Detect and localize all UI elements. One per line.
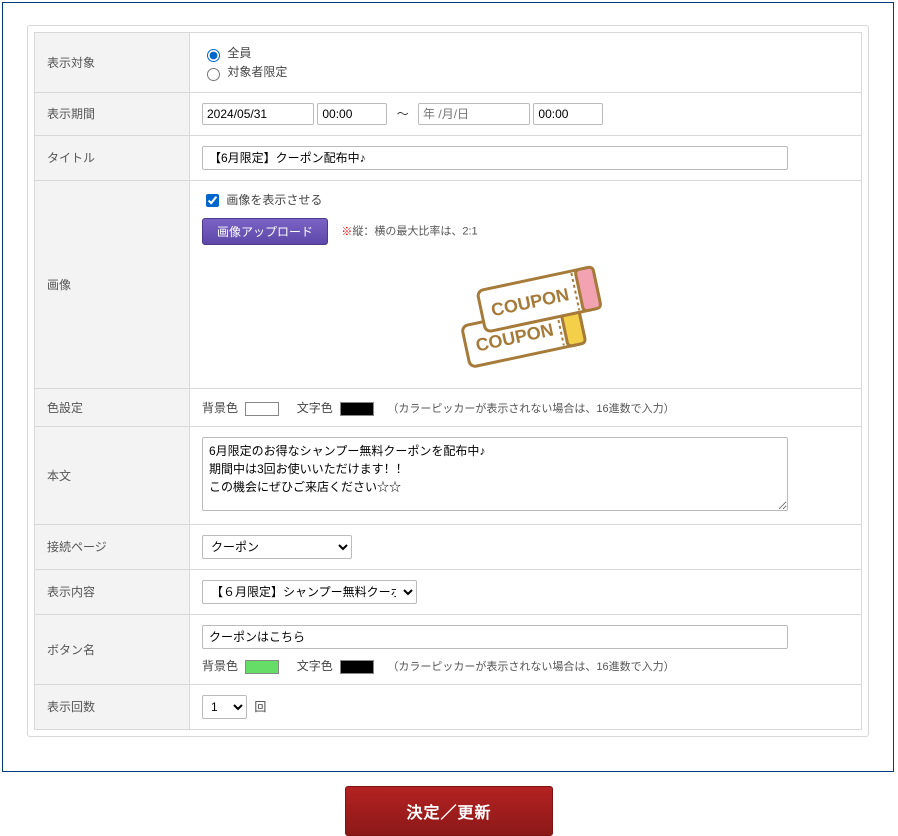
row-label-title: タイトル (35, 135, 190, 180)
content-select[interactable]: 【６月限定】シャンプー無料クーポン♪ (202, 580, 417, 604)
button-fg-chip[interactable] (340, 660, 374, 674)
row-label-link-page: 接続ページ (35, 524, 190, 569)
row-label-colors: 色設定 (35, 388, 190, 426)
settings-panel: 表示対象 全員 対象者限定 表示期間 (27, 25, 869, 737)
fg-color-chip[interactable] (340, 402, 374, 416)
show-image-label: 画像を表示させる (226, 193, 322, 207)
coupon-icon: COUPON COUPON (436, 255, 616, 375)
target-all-option[interactable]: 全員 (202, 44, 849, 62)
row-label-content: 表示内容 (35, 569, 190, 614)
button-color-note: （カラーピッカーが表示されない場合は、16進数で入力） (387, 661, 674, 673)
title-input[interactable] (202, 146, 788, 170)
period-end-time[interactable] (533, 103, 603, 125)
row-label-target: 表示対象 (35, 33, 190, 93)
row-label-count: 表示回数 (35, 684, 190, 729)
count-unit: 回 (254, 700, 266, 714)
period-start-date[interactable] (202, 103, 314, 125)
period-start-time[interactable] (317, 103, 387, 125)
target-all-label: 全員 (227, 46, 251, 60)
count-select[interactable]: 1 (202, 695, 247, 719)
image-preview: COUPON COUPON (202, 255, 849, 378)
button-bg-chip[interactable] (245, 660, 279, 674)
period-separator: ～ (397, 107, 409, 121)
image-ratio-note: 縦：横の最大比率は、2:1 (352, 226, 477, 238)
target-limited-option[interactable]: 対象者限定 (202, 63, 849, 81)
row-label-image: 画像 (35, 180, 190, 388)
fg-color-label: 文字色 (297, 401, 333, 415)
show-image-checkbox[interactable] (206, 194, 219, 207)
target-limited-radio[interactable] (207, 68, 220, 81)
show-image-option[interactable]: 画像を表示させる (202, 193, 322, 207)
settings-table: 表示対象 全員 対象者限定 表示期間 (34, 32, 862, 730)
color-note: （カラーピッカーが表示されない場合は、16進数で入力） (387, 403, 674, 415)
button-name-input[interactable] (202, 625, 788, 649)
button-bg-label: 背景色 (202, 659, 238, 673)
bg-color-chip[interactable] (245, 402, 279, 416)
period-end-date[interactable] (418, 103, 530, 125)
body-textarea[interactable] (202, 437, 788, 511)
link-page-select[interactable]: クーポン (202, 535, 352, 559)
row-label-period: 表示期間 (35, 92, 190, 135)
target-all-radio[interactable] (207, 49, 220, 62)
image-ratio-note-prefix: ※ (341, 226, 352, 238)
image-upload-button[interactable]: 画像アップロード (202, 218, 328, 245)
bg-color-label: 背景色 (202, 401, 238, 415)
target-limited-label: 対象者限定 (227, 65, 287, 79)
row-label-button: ボタン名 (35, 614, 190, 684)
row-label-body: 本文 (35, 426, 190, 524)
button-fg-label: 文字色 (297, 659, 333, 673)
submit-button[interactable]: 決定／更新 (345, 786, 552, 836)
